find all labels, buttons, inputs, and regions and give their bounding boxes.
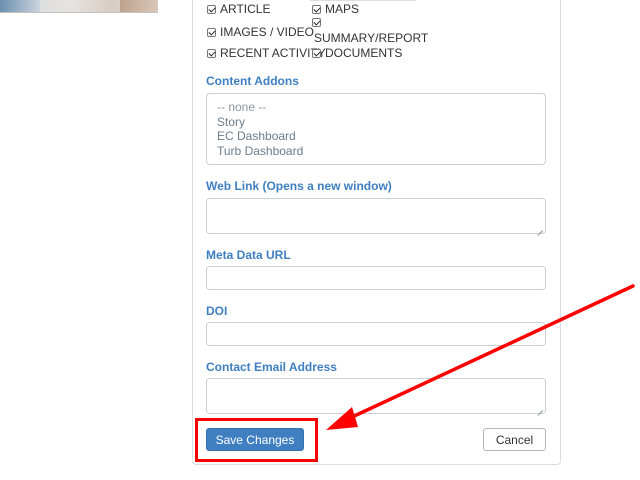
checkbox-checked-icon[interactable]	[207, 27, 216, 37]
contact-email-textarea[interactable]	[206, 378, 546, 414]
doi-label: DOI	[206, 304, 228, 318]
web-link-textarea[interactable]	[206, 198, 546, 234]
meta-data-url-label: Meta Data URL	[206, 248, 291, 262]
meta-data-url-input[interactable]	[206, 266, 546, 290]
checkbox-images-video[interactable]: IMAGES / VIDEO	[207, 25, 314, 39]
checkbox-checked-icon[interactable]	[207, 48, 216, 58]
checkbox-label: RECENT ACTIVITY	[220, 46, 326, 60]
checkbox-recent-activity[interactable]: RECENT ACTIVITY	[207, 46, 326, 60]
checkbox-article[interactable]: ARTICLE	[207, 2, 270, 16]
thumbnail-image	[0, 0, 158, 13]
checkbox-checked-icon[interactable]	[207, 4, 216, 14]
doi-input[interactable]	[206, 322, 546, 346]
checkbox-label: ARTICLE	[220, 2, 271, 16]
addon-option[interactable]: EC Dashboard	[217, 129, 545, 144]
checkbox-checked-icon[interactable]	[312, 18, 321, 27]
contact-email-label: Contact Email Address	[206, 360, 337, 374]
checkbox-maps[interactable]: MAPS	[312, 2, 359, 16]
checkbox-label: DOCUMENTS	[325, 46, 403, 60]
cancel-button[interactable]: Cancel	[483, 428, 546, 451]
content-addons-select[interactable]: -- none -- Story EC Dashboard Turb Dashb…	[206, 93, 546, 165]
checkbox-checked-icon[interactable]	[312, 48, 321, 58]
checkbox-label: MAPS	[325, 2, 360, 16]
thumbnail-strip	[40, 0, 120, 12]
checkbox-checked-icon[interactable]	[312, 4, 321, 14]
checkbox-summary-report-label: SUMMARY/REPORT	[314, 31, 428, 45]
addon-option[interactable]: Turb Dashboard	[217, 144, 545, 159]
highlight-box	[195, 418, 318, 462]
checkbox-summary-report-box[interactable]	[312, 18, 325, 27]
checkbox-documents[interactable]: DOCUMENTS	[312, 46, 402, 60]
content-addons-label: Content Addons	[206, 74, 299, 88]
addon-option[interactable]: -- none --	[217, 100, 545, 115]
checkbox-label: IMAGES / VIDEO	[220, 25, 315, 39]
panel-tab-edge	[310, 0, 416, 1]
checkbox-label: SUMMARY/REPORT	[314, 31, 429, 45]
web-link-label: Web Link (Opens a new window)	[206, 179, 392, 193]
resize-handle-icon[interactable]	[537, 405, 543, 411]
resize-handle-icon[interactable]	[537, 225, 543, 231]
addon-option[interactable]: Story	[217, 115, 545, 130]
